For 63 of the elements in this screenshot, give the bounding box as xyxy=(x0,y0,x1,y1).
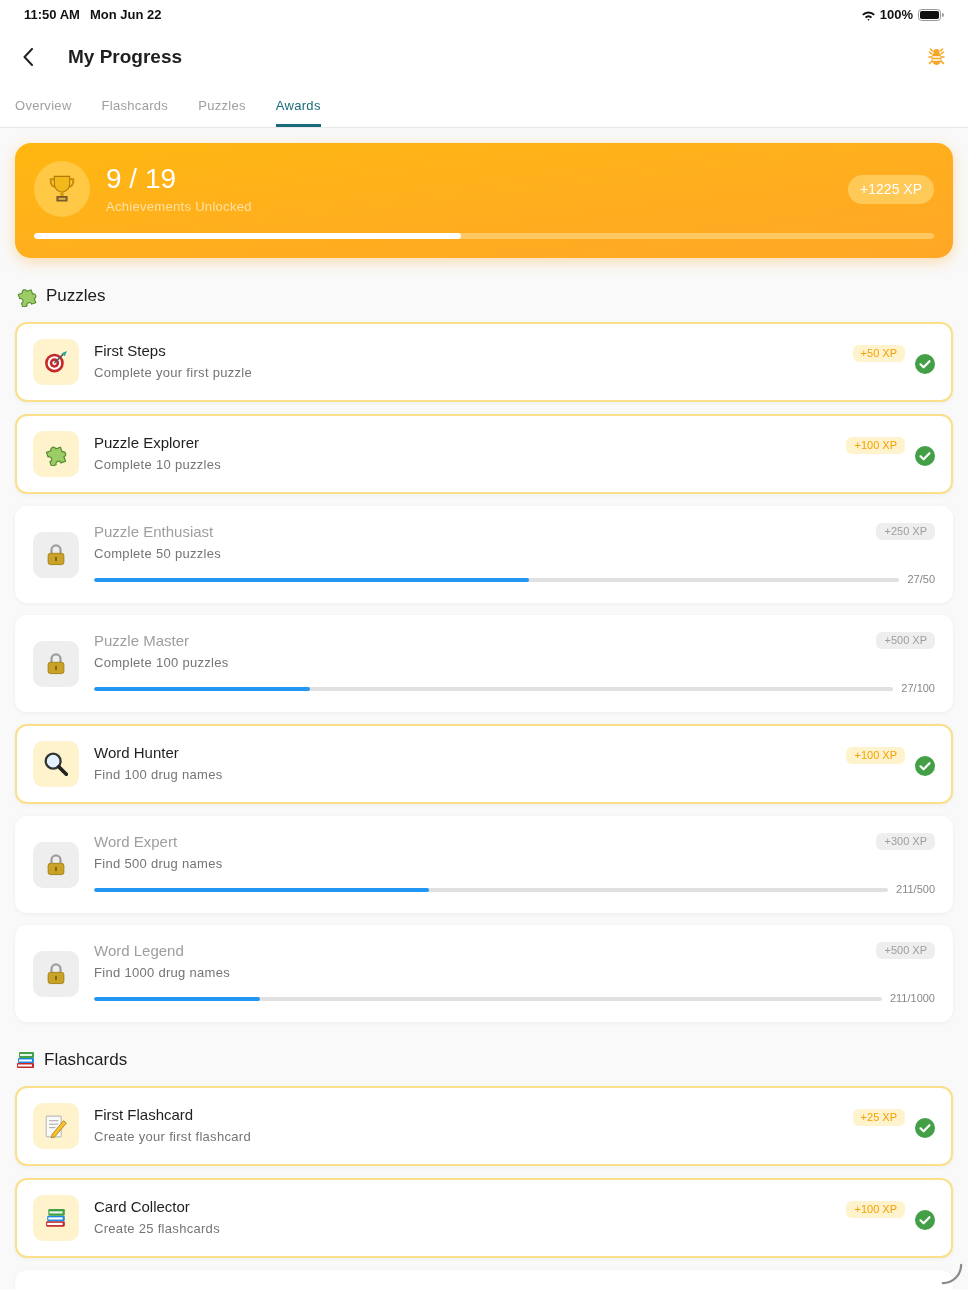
achievement-title: Card Collector xyxy=(94,1198,191,1216)
status-time: 11:50 AM xyxy=(24,6,80,25)
achievement-title: First Flashcard xyxy=(94,1106,195,1124)
xp-reward: +100 XP xyxy=(846,437,905,454)
xp-reward: +50 XP xyxy=(852,345,905,362)
magnifier-icon xyxy=(33,741,79,787)
padlock-icon xyxy=(33,950,79,997)
progress-reading: 211/1000 xyxy=(889,992,935,1005)
achievement-description: Complete your first puzzle xyxy=(94,364,254,382)
books-icon xyxy=(16,1051,36,1069)
achievement-description: Find 1000 drug names xyxy=(94,964,232,982)
achievement-title: Puzzle Enthusiast xyxy=(94,523,215,541)
achievement-description: Create 25 flashcards xyxy=(94,1220,221,1238)
battery-percent: 100% xyxy=(879,6,913,25)
status-date: Mon Jun 22 xyxy=(89,6,162,25)
achievement-title: Word Legend xyxy=(94,942,185,960)
achievement-description: Find 100 drug names xyxy=(94,766,224,784)
xp-reward: +100 XP xyxy=(846,747,905,764)
achievement-description: Complete 50 puzzles xyxy=(94,545,223,563)
padlock-icon xyxy=(33,531,79,578)
books-icon xyxy=(33,1195,79,1241)
padlock-icon xyxy=(33,841,79,888)
xp-reward: +25 XP xyxy=(852,1109,905,1126)
tab[interactable]: Overview xyxy=(15,84,72,127)
total-xp-pill: +1225 XP xyxy=(848,174,934,204)
page-title: My Progress xyxy=(68,44,183,69)
wifi-icon xyxy=(860,9,876,21)
battery-icon xyxy=(918,9,944,21)
check-icon xyxy=(915,756,935,776)
achievements-caption: Achievements Unlocked xyxy=(106,199,252,215)
achievement-title: Word Expert xyxy=(94,833,179,851)
tab[interactable]: Puzzles xyxy=(198,84,246,127)
progress-reading: 27/100 xyxy=(901,682,935,695)
check-icon xyxy=(915,354,935,374)
achievement-description: Find 500 drug names xyxy=(94,855,224,873)
achievement-title: Puzzle Master xyxy=(94,632,191,650)
achievement-description: Complete 10 puzzles xyxy=(94,456,223,474)
section-heading: Puzzles xyxy=(46,285,106,308)
check-icon xyxy=(915,1118,935,1138)
xp-reward: +500 XP xyxy=(876,632,935,649)
achievement-title: Puzzle Explorer xyxy=(94,434,201,452)
tab[interactable]: Flashcards xyxy=(101,84,169,127)
xp-reward: +100 XP xyxy=(846,1201,905,1218)
achievement-description: Create your first flashcard xyxy=(94,1128,252,1146)
check-icon xyxy=(915,446,935,466)
tab[interactable]: Awards xyxy=(275,84,321,127)
section-heading: Flashcards xyxy=(44,1049,128,1072)
memo-pencil-icon xyxy=(33,1103,79,1149)
padlock-icon xyxy=(33,640,79,687)
progress-reading: 27/50 xyxy=(907,573,935,586)
puzzle-piece-icon xyxy=(33,431,79,477)
achievement-description: Complete 100 puzzles xyxy=(94,654,230,672)
achievement-title: Word Hunter xyxy=(94,744,180,762)
check-icon xyxy=(915,1210,935,1230)
achievement-title: First Steps xyxy=(94,342,167,360)
trophy-icon xyxy=(34,161,90,217)
progress-reading: 211/500 xyxy=(896,883,935,896)
xp-reward: +300 XP xyxy=(876,833,935,850)
achievements-count: 9 / 19 xyxy=(106,163,178,195)
xp-reward: +500 XP xyxy=(876,942,935,959)
target-icon xyxy=(33,339,79,385)
spinner-icon xyxy=(941,1263,963,1285)
xp-reward: +250 XP xyxy=(876,523,935,540)
